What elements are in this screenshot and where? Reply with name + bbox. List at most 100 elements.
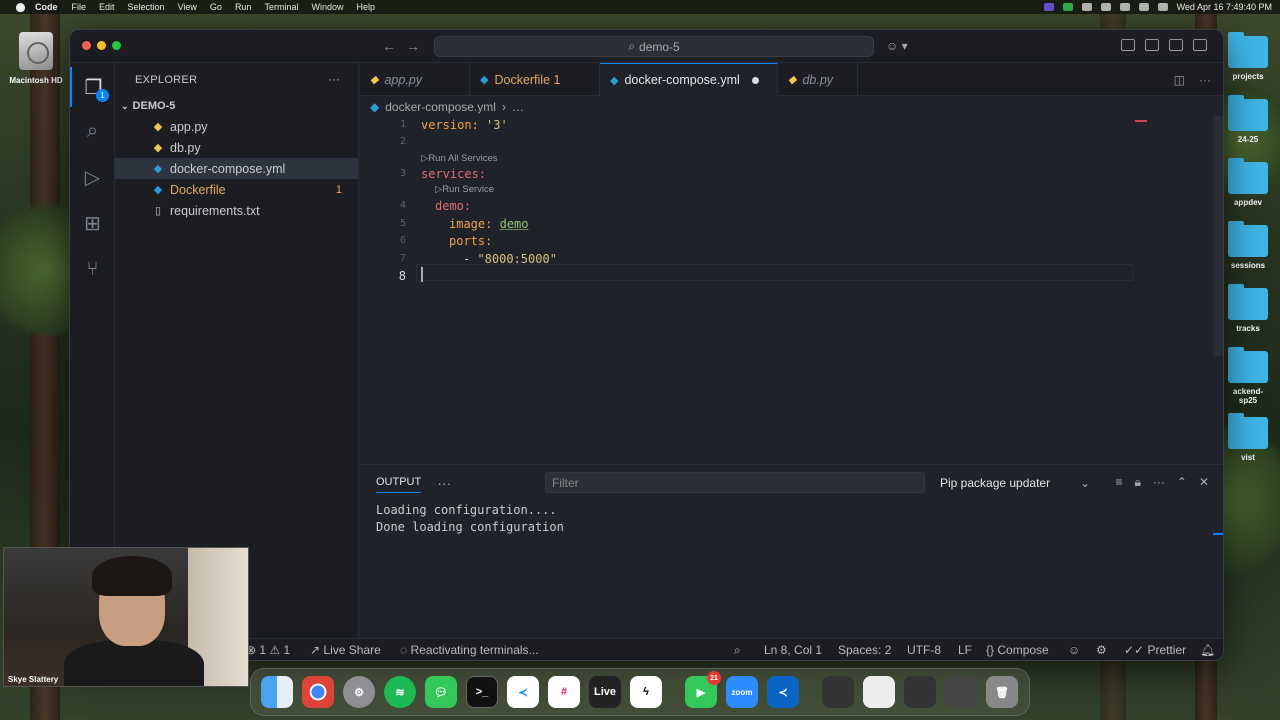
zoom-icon[interactable]: ⌕ [734,643,741,658]
back-arrow-icon[interactable]: ← [382,38,396,54]
desktop-folder[interactable]: 24-25 [1226,95,1270,144]
cursor-position-status[interactable]: Ln 8, Col 1 [764,643,822,657]
chrome-icon[interactable] [302,676,334,708]
app-icon[interactable]: ϟ [630,676,662,708]
slack-icon[interactable]: # [548,676,580,708]
more-icon[interactable]: ··· [1153,475,1165,490]
app-status-icon[interactable] [1062,3,1073,11]
live-share-status[interactable]: ↗ Live Share [310,643,381,657]
tab-app-py[interactable]: ◆ app.py [360,63,470,96]
forward-arrow-icon[interactable]: → [406,38,420,54]
control-icon[interactable] [1081,3,1092,11]
system-settings-icon[interactable]: ⚙ [343,676,375,708]
workspace-folder[interactable]: ⌄ DEMO-5 [115,96,358,116]
menu-go[interactable]: Go [210,2,222,12]
close-panel-icon[interactable]: ✕ [1199,475,1209,490]
recent-window-thumb[interactable] [822,676,854,708]
unsaved-dot-icon[interactable] [751,76,759,84]
menu-clock[interactable]: Wed Apr 16 7:49:40 PM [1177,2,1272,12]
zoom-window-button[interactable] [112,41,121,50]
terminal-icon[interactable]: >_ [466,676,498,708]
tab-db-py[interactable]: ◆ db.py [778,63,858,96]
toggle-panel-icon[interactable] [1169,39,1183,51]
desktop-folder[interactable]: sessions [1226,221,1270,270]
desktop-folder[interactable]: vist [1226,413,1270,462]
menu-window[interactable]: Window [311,2,343,12]
trash-icon[interactable]: 🗑︎ [986,676,1018,708]
spotify-icon[interactable]: ≋ [384,676,416,708]
run-debug-activity[interactable]: ▷ [70,157,115,197]
encoding-status[interactable]: UTF-8 [907,643,941,657]
notifications-icon[interactable]: 🔔︎ [1200,643,1215,657]
extensions-activity[interactable]: ⊞ [70,203,115,243]
output-channel-select[interactable]: Pip package updater ⌄ [940,476,1090,490]
menu-file[interactable]: File [72,2,87,12]
wifi-icon[interactable] [1119,3,1130,11]
breadcrumb-file[interactable]: docker-compose.yml [385,100,496,114]
menu-selection[interactable]: Selection [128,2,165,12]
recent-window-thumb[interactable] [863,676,895,708]
prettier-status[interactable]: ✓✓ Prettier [1124,643,1186,657]
screen-record-icon[interactable] [1043,3,1054,11]
explorer-more-button[interactable]: ··· [328,74,340,86]
desktop-folder[interactable]: appdev [1226,158,1270,207]
control-center-icon[interactable] [1157,3,1168,11]
menu-run[interactable]: Run [235,2,252,12]
menu-terminal[interactable]: Terminal [264,2,298,12]
more-actions-icon[interactable]: ··· [1199,73,1211,87]
language-status[interactable]: {} Compose [986,643,1049,657]
panel-more-button[interactable]: ··· [437,475,451,491]
clear-output-icon[interactable]: ≡ [1115,475,1122,490]
vscode-running-icon[interactable]: ≺ [767,676,799,708]
split-editor-icon[interactable]: ◫ [1174,73,1185,87]
facetime-icon[interactable]: ▶ 21 [685,671,721,708]
lock-scroll-icon[interactable]: 🔒︎ [1134,475,1140,490]
maximize-panel-icon[interactable]: ⌃ [1177,475,1187,490]
zoom-app-icon[interactable]: zoom [726,676,758,708]
run-service-codelens[interactable]: ▷Run Service [435,184,494,195]
toggle-sidebar-icon[interactable] [1145,39,1159,51]
desktop-disk[interactable]: Macintosh HD [8,32,64,85]
vscode-dock-icon[interactable]: ≺ [507,676,539,708]
file-app-py[interactable]: ◆ app.py [115,116,358,137]
menu-app-name[interactable]: Code [35,2,58,12]
desktop-folder[interactable]: ackend-sp25 [1226,347,1270,405]
menu-view[interactable]: View [178,2,197,12]
file-dockerfile[interactable]: ◆ Dockerfile 1 [115,179,358,200]
live-app-icon[interactable]: Live [589,676,621,708]
editor-scrollbar[interactable] [1213,116,1223,356]
recent-window-thumb[interactable] [945,676,977,708]
search-icon[interactable] [1138,3,1149,11]
explorer-activity[interactable]: ❐ 1 [70,67,115,107]
menu-help[interactable]: Help [356,2,375,12]
code-editor[interactable]: 1 2 3 4 5 6 7 8 version: '3' ▷Run All Se… [360,116,1223,464]
breadcrumb-rest[interactable]: … [512,100,524,114]
problems-status[interactable]: ⊗ 1 ⚠ 1 [246,643,290,657]
source-control-activity[interactable]: ⑂ [70,249,115,289]
messages-icon[interactable]: 💬︎ [425,676,457,708]
eol-status[interactable]: LF [958,643,972,657]
minimize-window-button[interactable] [97,41,106,50]
tab-output[interactable]: OUTPUT [376,472,422,493]
file-requirements[interactable]: ▯ requirements.txt [115,200,358,221]
run-all-services-codelens[interactable]: ▷Run All Services [421,153,497,164]
settings-sync-icon[interactable]: ⚙ [1096,643,1107,657]
search-activity[interactable]: ⌕ [70,111,115,151]
desktop-folder[interactable]: projects [1226,32,1270,81]
finder-icon[interactable] [261,676,293,708]
tab-dockerfile[interactable]: ◆ Dockerfile 1 [470,63,600,96]
customize-layout-icon[interactable] [1121,39,1135,51]
command-center[interactable]: ⌕ demo-5 [434,36,874,57]
output-filter-input[interactable]: Filter [545,472,925,493]
close-window-button[interactable] [82,41,91,50]
focus-moon-icon[interactable] [1100,3,1111,11]
desktop-folder[interactable]: tracks [1226,284,1270,333]
apple-icon[interactable] [16,2,25,12]
file-docker-compose[interactable]: ◆ docker-compose.yml [115,158,358,179]
copilot-icon[interactable]: ☺ ▾ [886,39,908,53]
copilot-status-icon[interactable]: ☺ [1068,643,1080,657]
recent-window-thumb[interactable] [904,676,936,708]
file-db-py[interactable]: ◆ db.py [115,137,358,158]
menu-edit[interactable]: Edit [99,2,115,12]
activity-status[interactable]: ◌ Reactivating terminals... [400,643,539,657]
